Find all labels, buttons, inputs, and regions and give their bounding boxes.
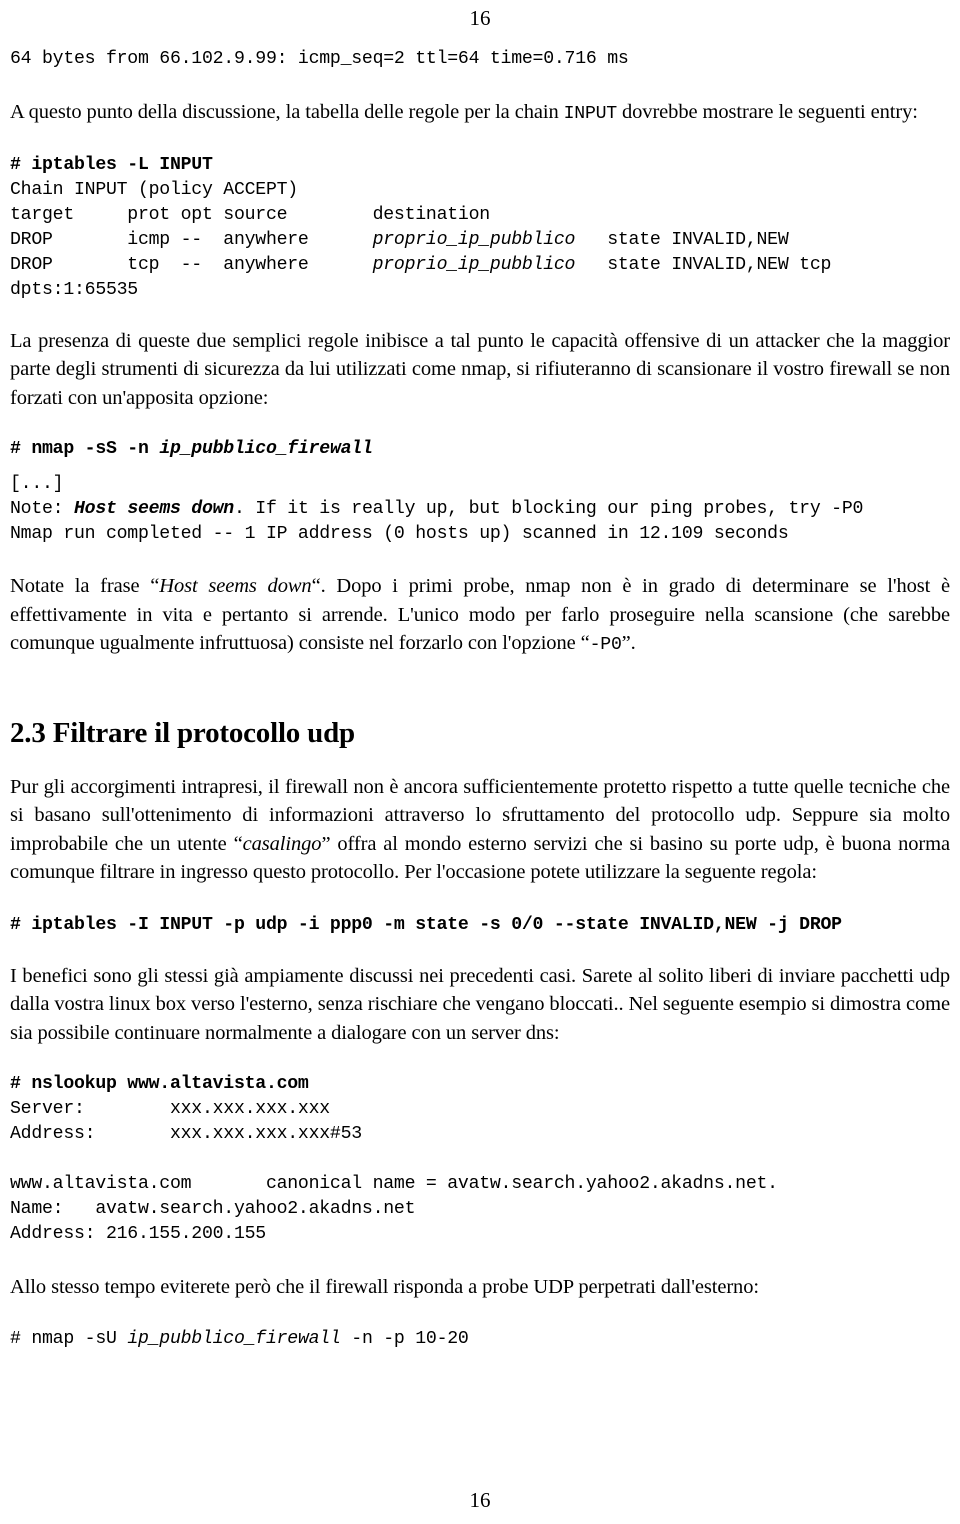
paragraph-host-seems-down: Notate la frase “Host seems down“. Dopo … [10, 572, 950, 660]
nmap-note-rest: . If it is really up, but blocking our p… [233, 499, 864, 519]
paragraph-host-down-quote: Host seems down [159, 575, 312, 597]
nslookup-name-line: Name: avatw.search.yahoo2.akadns.net [10, 1199, 416, 1219]
paragraph-intro: A questo punto della discussione, la tab… [10, 98, 950, 129]
nmap-udp-command-argument: ip_pubblico_firewall [127, 1328, 341, 1349]
paragraph-probe-udp: Allo stesso tempo eviterete però che il … [10, 1276, 759, 1298]
iptables-row-1-pre: DROP icmp -- anywhere [10, 229, 373, 250]
iptables-row-2-destination: proprio_ip_pubblico [372, 254, 576, 275]
nmap-command-prefix: # nmap -sS -n [10, 439, 160, 459]
page-number-bottom: 16 [469, 1488, 491, 1512]
paragraph-intro-part2: dovrebbe mostrare le seguenti entry: [616, 101, 918, 123]
paragraph-host-down-part-a: Notate la frase “ [10, 575, 160, 597]
paragraph-udp-italic-casalingo: casalingo [242, 832, 322, 855]
nslookup-server-line: Server: xxx.xxx.xxx.xxx [10, 1099, 330, 1119]
nmap-udp-command-prefix: # nmap -sU [10, 1328, 128, 1349]
nmap-note-host-seems-down: Host seems down [74, 499, 234, 519]
nslookup-block: # nslookup www.altavista.com Server: xxx… [10, 1072, 950, 1247]
nmap-command-block: # nmap -sS -n ip_pubblico_firewall [10, 437, 950, 462]
iptables-row-2-post: state INVALID,NEW tcp [575, 254, 832, 275]
nmap-note-label: Note: [10, 499, 74, 519]
page-content: 64 bytes from 66.102.9.99: icmp_seq=2 tt… [10, 0, 950, 1512]
paragraph-host-down-part-c: ”. [621, 632, 636, 654]
paragraph-intro-part1: A questo punto della discussione, la tab… [10, 101, 564, 123]
nslookup-address-line: Address: xxx.xxx.xxx.xxx#53 [10, 1124, 362, 1144]
section-heading-2-3: 2.3 Filtrare il protocollo udp [10, 716, 355, 749]
nmap-output-block: [...] Note: Host seems down. If it is re… [10, 472, 950, 547]
iptables-row-2-wrap: dpts:1:65535 [10, 279, 138, 300]
nmap-run-completed-line: Nmap run completed -- 1 IP address (0 ho… [10, 524, 789, 544]
ping-output-line: 64 bytes from 66.102.9.99: icmp_seq=2 tt… [10, 49, 629, 69]
ping-output-block: 64 bytes from 66.102.9.99: icmp_seq=2 tt… [10, 47, 950, 72]
paragraph-udp-intro: Pur gli accorgimenti intrapresi, il fire… [10, 773, 950, 887]
nslookup-address2-line: Address: 216.155.200.155 [10, 1224, 266, 1244]
nmap-udp-command-block: # nmap -sU ip_pubblico_firewall -n -p 10… [10, 1327, 950, 1352]
nslookup-canonical-line: www.altavista.com canonical name = avatw… [10, 1174, 778, 1194]
inline-code-p0-option: -P0 [589, 635, 622, 655]
iptables-udp-rule-block: # iptables -I INPUT -p udp -i ppp0 -m st… [10, 913, 950, 938]
paragraph-nmap-intro: La presenza di queste due semplici regol… [10, 329, 950, 409]
iptables-listing-block: # iptables -L INPUT Chain INPUT (policy … [10, 153, 950, 303]
iptables-row-1-destination: proprio_ip_pubblico [372, 229, 576, 250]
nslookup-command: # nslookup www.altavista.com [10, 1074, 309, 1094]
nmap-udp-command-post: -n -p 10-20 [340, 1328, 469, 1349]
document-page: 16 64 bytes from 66.102.9.99: icmp_seq=2… [0, 0, 960, 1524]
paragraph-benefici: I benefici sono gli stessi già ampiament… [10, 964, 950, 1044]
iptables-row-1-post: state INVALID,NEW [575, 229, 789, 250]
iptables-chain-line: Chain INPUT (policy ACCEPT) [10, 179, 298, 200]
nmap-command-argument: ip_pubblico_firewall [159, 439, 373, 459]
inline-code-input-chain: INPUT [563, 104, 618, 124]
iptables-udp-rule-command: # iptables -I INPUT -p udp -i ppp0 -m st… [10, 914, 842, 935]
nmap-output-ellipsis: [...] [10, 474, 64, 494]
iptables-row-2-pre: DROP tcp -- anywhere [10, 254, 373, 275]
iptables-list-command: # iptables -L INPUT [10, 154, 213, 175]
iptables-header-row: target prot opt source destination [10, 204, 490, 225]
